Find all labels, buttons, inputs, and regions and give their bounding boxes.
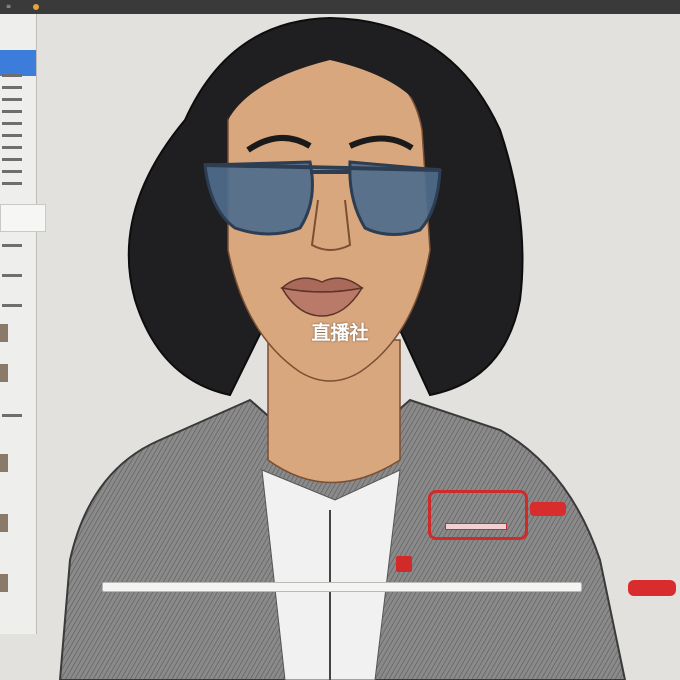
watermark-text: 直播社 — [311, 322, 369, 344]
sunglasses-right-lens — [348, 160, 442, 236]
red-annotation-field — [445, 523, 507, 530]
red-pill-button[interactable] — [628, 580, 676, 596]
text-input-bar[interactable] — [102, 582, 582, 592]
red-tag-label — [530, 502, 566, 516]
red-square-marker — [396, 556, 412, 572]
red-annotation-label — [440, 492, 500, 506]
